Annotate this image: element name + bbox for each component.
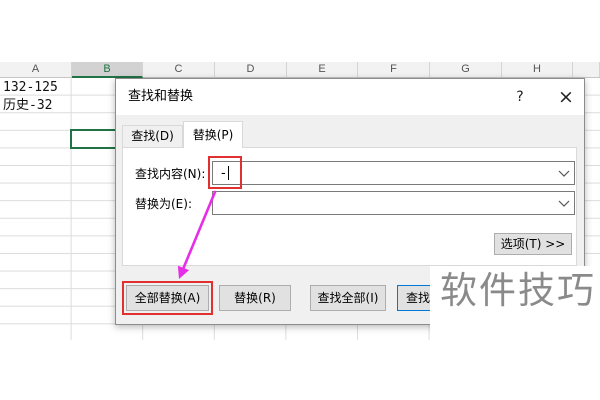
watermark: 软件技巧 [430, 266, 600, 340]
watermark-text: 软件技巧 [440, 269, 596, 312]
find-dropdown-button[interactable] [554, 162, 574, 184]
replace-label: 替换为(E): [135, 197, 192, 211]
tab-find[interactable]: 查找(D) [122, 125, 183, 147]
column-header-h[interactable]: H [502, 62, 573, 77]
column-header-d[interactable]: D [215, 62, 287, 77]
column-header-a[interactable]: A [0, 62, 72, 77]
column-header-f[interactable]: F [358, 62, 430, 77]
help-icon: ? [516, 89, 524, 105]
dialog-title: 查找和替换 [128, 89, 194, 104]
find-all-button[interactable]: 查找全部(I) [310, 285, 386, 311]
cell-a2[interactable]: 历史-32 [3, 97, 52, 114]
help-button[interactable]: ? [511, 85, 529, 109]
cell-a1[interactable]: 132-125 [3, 79, 58, 96]
highlight-box-replace-all [122, 281, 213, 315]
column-header-b[interactable]: B [72, 62, 143, 78]
column-header-e[interactable]: E [287, 62, 358, 77]
column-header-c[interactable]: C [143, 62, 215, 77]
close-button[interactable]: × [555, 85, 577, 109]
column-header-g[interactable]: G [430, 62, 502, 77]
replace-dropdown-button[interactable] [554, 192, 574, 214]
options-button[interactable]: 选项(T) >> [494, 233, 572, 255]
highlight-box-find-input [208, 156, 242, 189]
tab-panel-replace: 查找内容(N): - 替换为(E): 选项(T) >> [122, 147, 577, 266]
chevron-down-icon [558, 200, 570, 207]
dialog-title-bar[interactable]: 查找和替换 ? × [116, 79, 584, 115]
find-input[interactable]: - [212, 161, 575, 185]
replace-button[interactable]: 替换(R) [219, 285, 291, 311]
column-header-partial[interactable] [573, 62, 600, 77]
close-icon: × [558, 86, 574, 108]
tab-replace[interactable]: 替换(P) [183, 121, 243, 148]
column-header-row: A B C D E F G H [0, 62, 600, 78]
chevron-down-icon [558, 170, 570, 177]
replace-input[interactable] [212, 191, 575, 215]
find-label: 查找内容(N): [135, 167, 206, 181]
